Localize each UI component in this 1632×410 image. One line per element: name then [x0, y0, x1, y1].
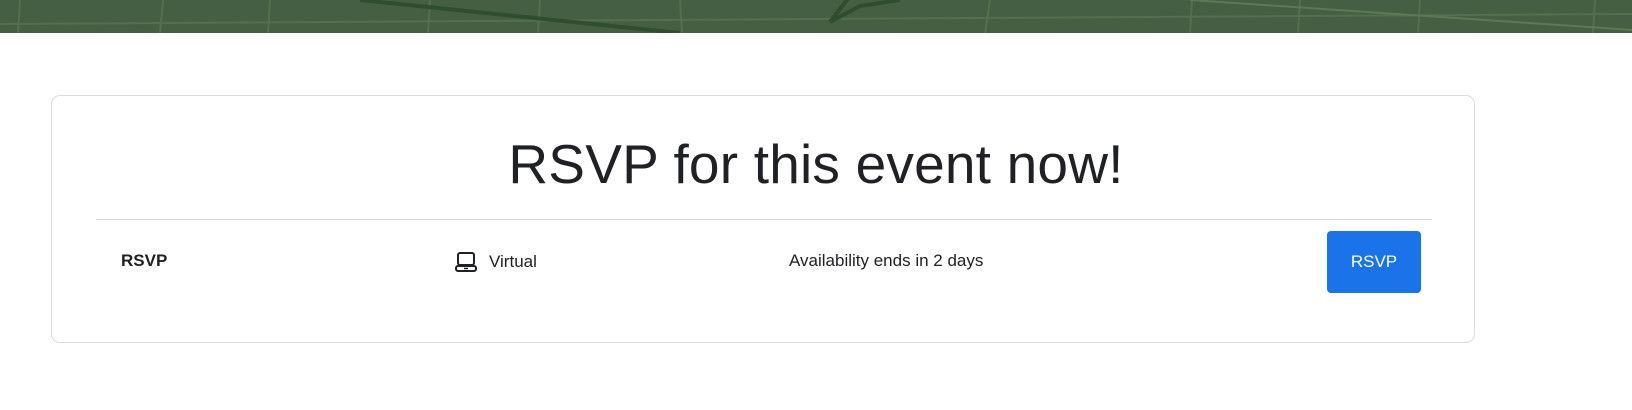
event-location: Virtual	[455, 250, 537, 274]
rsvp-heading: RSVP for this event now!	[508, 133, 1124, 195]
rsvp-button[interactable]: RSVP	[1327, 231, 1421, 293]
map-graphic	[0, 0, 1632, 33]
availability-text: Availability ends in 2 days	[789, 251, 984, 270]
location-label: Virtual	[489, 252, 537, 271]
ticket-type-label: RSVP	[121, 251, 168, 270]
card-divider	[96, 219, 1432, 220]
hero-banner-strip	[0, 0, 1632, 33]
laptop-icon	[455, 251, 477, 273]
